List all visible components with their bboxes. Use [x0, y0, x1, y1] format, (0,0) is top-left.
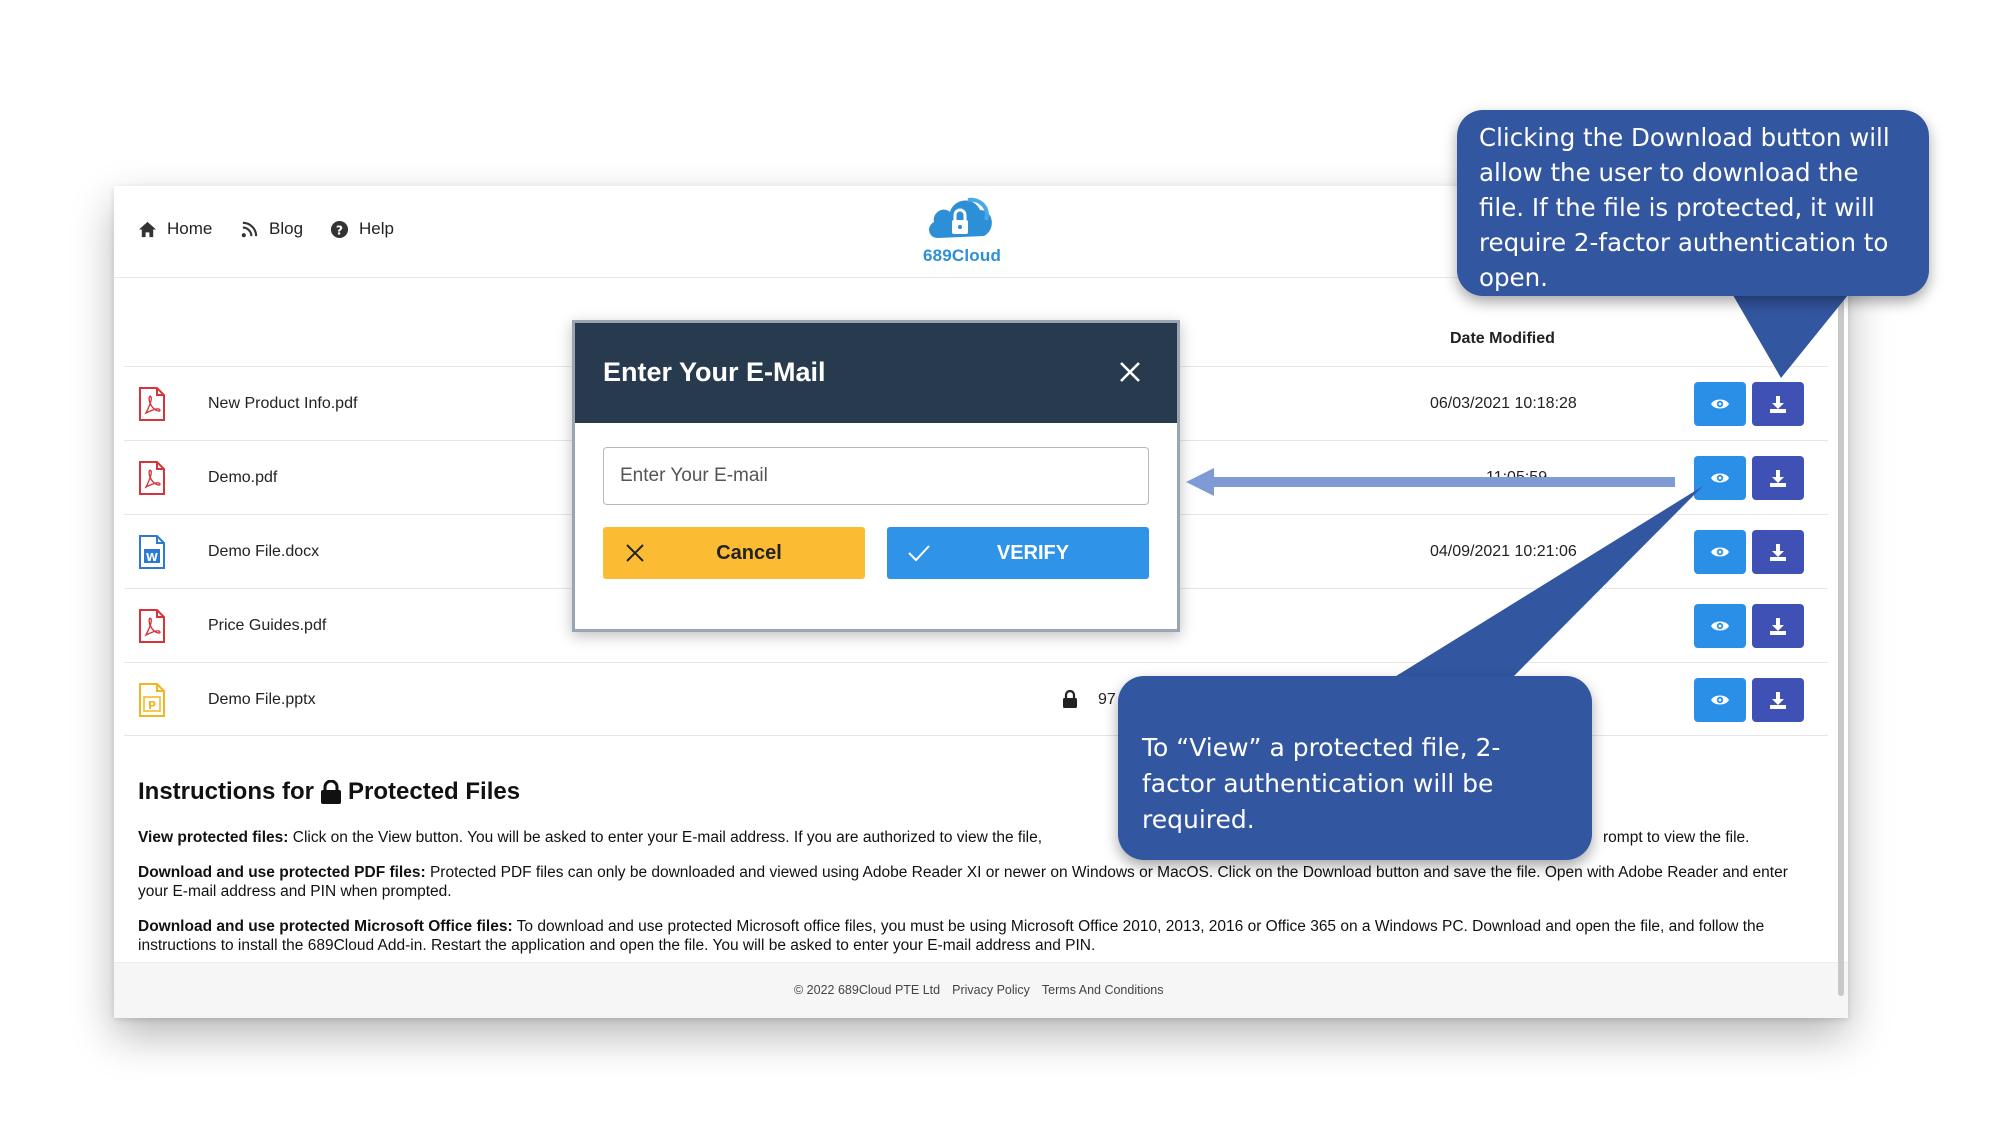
cloud-lock-logo-icon — [929, 197, 992, 238]
pdf-file-icon — [139, 387, 165, 421]
logo[interactable]: 689Cloud — [914, 190, 1010, 266]
scrollbar[interactable] — [1838, 296, 1844, 996]
instructions-title-pre: Instructions for — [138, 778, 315, 805]
view-callout: To “View” a protected file, 2-factor aut… — [1118, 676, 1592, 860]
view-button[interactable] — [1694, 604, 1746, 648]
download-button[interactable] — [1752, 604, 1804, 648]
eye-icon — [1711, 399, 1729, 409]
download-icon — [1770, 692, 1786, 709]
file-date: 06/03/2021 10:18:28 — [1430, 395, 1577, 412]
verify-button[interactable]: VERIFY — [887, 527, 1149, 579]
file-name[interactable]: New Product Info.pdf — [208, 395, 357, 413]
svg-text:W: W — [146, 551, 158, 564]
cancel-button[interactable]: Cancel — [603, 527, 865, 579]
svg-text:P: P — [148, 699, 156, 712]
file-name[interactable]: Price Guides.pdf — [208, 617, 326, 635]
download-callout: Clicking the Download button will allow … — [1457, 110, 1929, 296]
eye-icon — [1711, 621, 1729, 631]
close-icon — [626, 544, 644, 562]
view-button[interactable] — [1694, 530, 1746, 574]
home-icon — [138, 221, 157, 237]
eye-icon — [1711, 473, 1729, 483]
lock-icon — [321, 780, 342, 804]
eye-icon — [1711, 547, 1729, 557]
download-button[interactable] — [1752, 456, 1804, 500]
download-icon — [1770, 470, 1786, 487]
instructions-title-post: Protected Files — [348, 778, 521, 805]
file-date: 04/09/2021 10:21:06 — [1430, 543, 1577, 560]
modal-header: Enter Your E-Mail — [575, 323, 1177, 423]
logo-text: 689Cloud — [922, 246, 1002, 265]
email-input[interactable] — [603, 447, 1149, 505]
download-icon — [1770, 396, 1786, 413]
blog-icon — [241, 221, 258, 237]
eye-icon — [1711, 695, 1729, 705]
instructions-office-heading: Download and use protected Microsoft Off… — [138, 918, 513, 935]
powerpoint-file-icon: P — [139, 683, 165, 717]
close-icon[interactable] — [1119, 361, 1141, 383]
check-icon — [908, 545, 930, 562]
download-icon — [1770, 544, 1786, 561]
pdf-file-icon — [139, 461, 165, 495]
instructions-view-tail: rompt to view the file. — [1603, 829, 1750, 846]
lock-icon — [1063, 690, 1077, 708]
file-size: 97 — [1098, 691, 1116, 708]
instructions-office: Download and use protected Microsoft Off… — [138, 917, 1818, 955]
nav-help[interactable]: ? Help — [330, 219, 394, 239]
footer: © 2022 689Cloud PTE Ltd Privacy Policy T… — [114, 962, 1848, 1018]
file-name[interactable]: Demo File.docx — [208, 543, 319, 561]
word-file-icon: W — [139, 535, 165, 569]
terms-link[interactable]: Terms And Conditions — [1042, 983, 1164, 997]
download-button[interactable] — [1752, 678, 1804, 722]
instructions-pdf-heading: Download and use protected PDF files: — [138, 864, 426, 881]
nav-help-label: Help — [359, 219, 394, 238]
view-button[interactable] — [1694, 456, 1746, 500]
view-button[interactable] — [1694, 678, 1746, 722]
privacy-policy-link[interactable]: Privacy Policy — [952, 983, 1030, 997]
nav-blog[interactable]: Blog — [240, 219, 303, 239]
footer-copyright: © 2022 689Cloud PTE Ltd — [794, 983, 941, 997]
download-icon — [1770, 618, 1786, 635]
file-date: 11:05:59 — [1486, 469, 1548, 486]
download-button[interactable] — [1752, 530, 1804, 574]
download-button[interactable] — [1752, 382, 1804, 426]
date-modified-header: Date Modified — [1450, 330, 1555, 347]
svg-text:?: ? — [336, 223, 343, 237]
instructions-pdf: Download and use protected PDF files: Pr… — [138, 863, 1818, 901]
email-modal: Enter Your E-Mail Cancel VERIFY — [572, 320, 1180, 632]
file-name[interactable]: Demo.pdf — [208, 469, 277, 487]
modal-title: Enter Your E-Mail — [603, 357, 826, 387]
instructions-view-text: Click on the View button. You will be as… — [288, 829, 1043, 846]
nav-home[interactable]: Home — [138, 219, 212, 239]
view-button[interactable] — [1694, 382, 1746, 426]
pdf-file-icon — [139, 609, 165, 643]
nav-blog-label: Blog — [269, 219, 304, 238]
file-name[interactable]: Demo File.pptx — [208, 691, 316, 709]
instructions-view-heading: View protected files: — [138, 829, 289, 846]
nav-home-label: Home — [167, 219, 213, 238]
help-icon: ? — [330, 220, 349, 238]
